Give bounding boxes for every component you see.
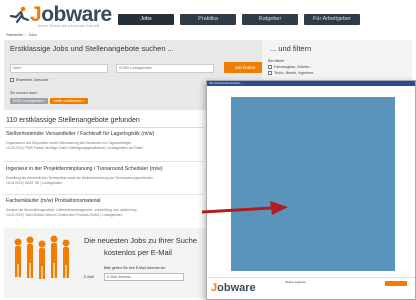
active-filters: 97083 Ludwigshafen × Treffer zurücksetze…: [10, 98, 88, 104]
people-illustration-icon: [14, 235, 70, 279]
divider: [4, 194, 204, 195]
job-description: Organisation und Disposition sowie Überw…: [6, 141, 132, 145]
job-description: Erstellung der erforderlichen Terminplän…: [6, 176, 153, 180]
filter-item[interactable]: Fahrzeugbau, Zuliefer...: [268, 65, 312, 69]
filter-section-label: Berufsfeld: [268, 59, 285, 63]
breadcrumb-current: Jobs: [28, 32, 37, 37]
checkbox-icon[interactable]: [268, 71, 272, 75]
where-input[interactable]: 97083 Ludwigshafen: [116, 64, 214, 73]
red-arrow-icon: [201, 201, 288, 215]
checkbox-icon[interactable]: [10, 78, 14, 82]
filter-title: ... und filtern: [270, 44, 312, 53]
popup-logo: Jobware: [211, 282, 256, 294]
site-header: Jobware Ihrem Gehalt die passende Zukunf…: [0, 0, 416, 30]
email-label: E-Mail: [84, 275, 94, 279]
filter-chip-location[interactable]: 97083 Ludwigshafen ×: [10, 98, 49, 104]
job-title[interactable]: Facheinkäufer (m/w) Produktionsmaterial: [6, 198, 206, 204]
job-title[interactable]: Ingenieur in der Projektterminplanung / …: [6, 166, 206, 172]
logo-letter: J: [30, 3, 42, 26]
job-description: Analyse der Beschaffungsmärkte, Lieferan…: [6, 208, 137, 212]
job-meta: 15.04.2015 | BASF SE | Ludwigshafen: [6, 181, 63, 185]
promo-instruction: Bitte geben Sie Ihre E-Mail-Adresse ein:: [104, 266, 167, 270]
job-listing[interactable]: Facheinkäufer (m/w) Produktionsmaterial …: [6, 198, 206, 217]
job-title[interactable]: Stellvertretender Versandleiter / Fachkr…: [6, 131, 206, 137]
email-input[interactable]: E-Mail-Adresse: [104, 273, 184, 281]
divider: [4, 161, 204, 162]
divider: [4, 127, 204, 128]
find-job-button[interactable]: Job finden: [224, 62, 266, 73]
results-title: 110 erstklassige Stellenangebote gefunde…: [6, 117, 140, 124]
promo-headline: Die neuesten Jobs zu Ihrer Suche: [84, 236, 197, 245]
extended-search-label: Erweiterte Jobsuche: [16, 78, 49, 82]
logo-word: obware: [41, 3, 112, 26]
tab-arbeitgeber[interactable]: Für Arbeitgeber: [304, 14, 360, 25]
runner-logo-icon: [9, 6, 30, 24]
filter-item-label: Fahrzeugbau, Zuliefer...: [274, 65, 312, 69]
extended-search-toggle[interactable]: Erweiterte Jobsuche: [10, 78, 49, 82]
preview-popup: http://www.jobware.de/Jobs/... Jobware W…: [206, 80, 416, 300]
promo-subline: kostenlos per E-Mail: [104, 248, 172, 257]
tab-ratgeber[interactable]: Ratgeber: [242, 14, 298, 25]
popup-preview-area: [231, 97, 395, 271]
filter-chip-reset[interactable]: Treffer zurücksetzen ×: [50, 98, 88, 104]
tab-jobs[interactable]: Jobs: [118, 14, 174, 25]
breadcrumb-home[interactable]: Startseite: [6, 32, 23, 37]
search-title: Erstklassige Jobs und Stellenangebote su…: [10, 44, 174, 53]
popup-footer: Jobware Weitere Angebote:: [207, 277, 415, 299]
job-listing[interactable]: Stellvertretender Versandleiter / Fachkr…: [6, 131, 206, 150]
tab-praktika[interactable]: Praktika: [180, 14, 236, 25]
logo-word: obware: [217, 282, 256, 294]
job-meta: 14.04.2015 | Saint-Gobain Sekurit Constr…: [6, 213, 123, 217]
popup-info-text: Weitere Angebote:: [285, 281, 307, 284]
filter-panel: ... und filtern Berufsfeld Fahrzeugbau, …: [262, 40, 412, 82]
popup-action-button[interactable]: [385, 281, 407, 286]
top-navigation: Jobs Praktika Ratgeber Für Arbeitgeber: [118, 14, 360, 25]
searched-for-label: Sie suchen nach:: [10, 91, 38, 95]
breadcrumb: Startseite › Jobs: [6, 32, 37, 37]
job-meta: 15.04.2015 | PWS Presse Verträge GmbH, B…: [6, 146, 143, 150]
filter-item[interactable]: Techn. Berufe, Ingenieur...: [268, 71, 316, 75]
checkbox-icon[interactable]: [268, 65, 272, 69]
filter-item-label: Techn. Berufe, Ingenieur...: [274, 71, 316, 75]
job-listing[interactable]: Ingenieur in der Projektterminplanung / …: [6, 166, 206, 185]
jobware-logo[interactable]: Jobware Ihrem Gehalt die passende Zukunf…: [8, 3, 112, 28]
email-alert-promo: Die neuesten Jobs zu Ihrer Suche kostenl…: [4, 228, 210, 298]
popup-title-bar[interactable]: http://www.jobware.de/Jobs/...: [207, 81, 415, 86]
logo-tagline: Ihrem Gehalt die passende Zukunft: [38, 24, 100, 28]
what-input[interactable]: Was?: [10, 64, 108, 73]
